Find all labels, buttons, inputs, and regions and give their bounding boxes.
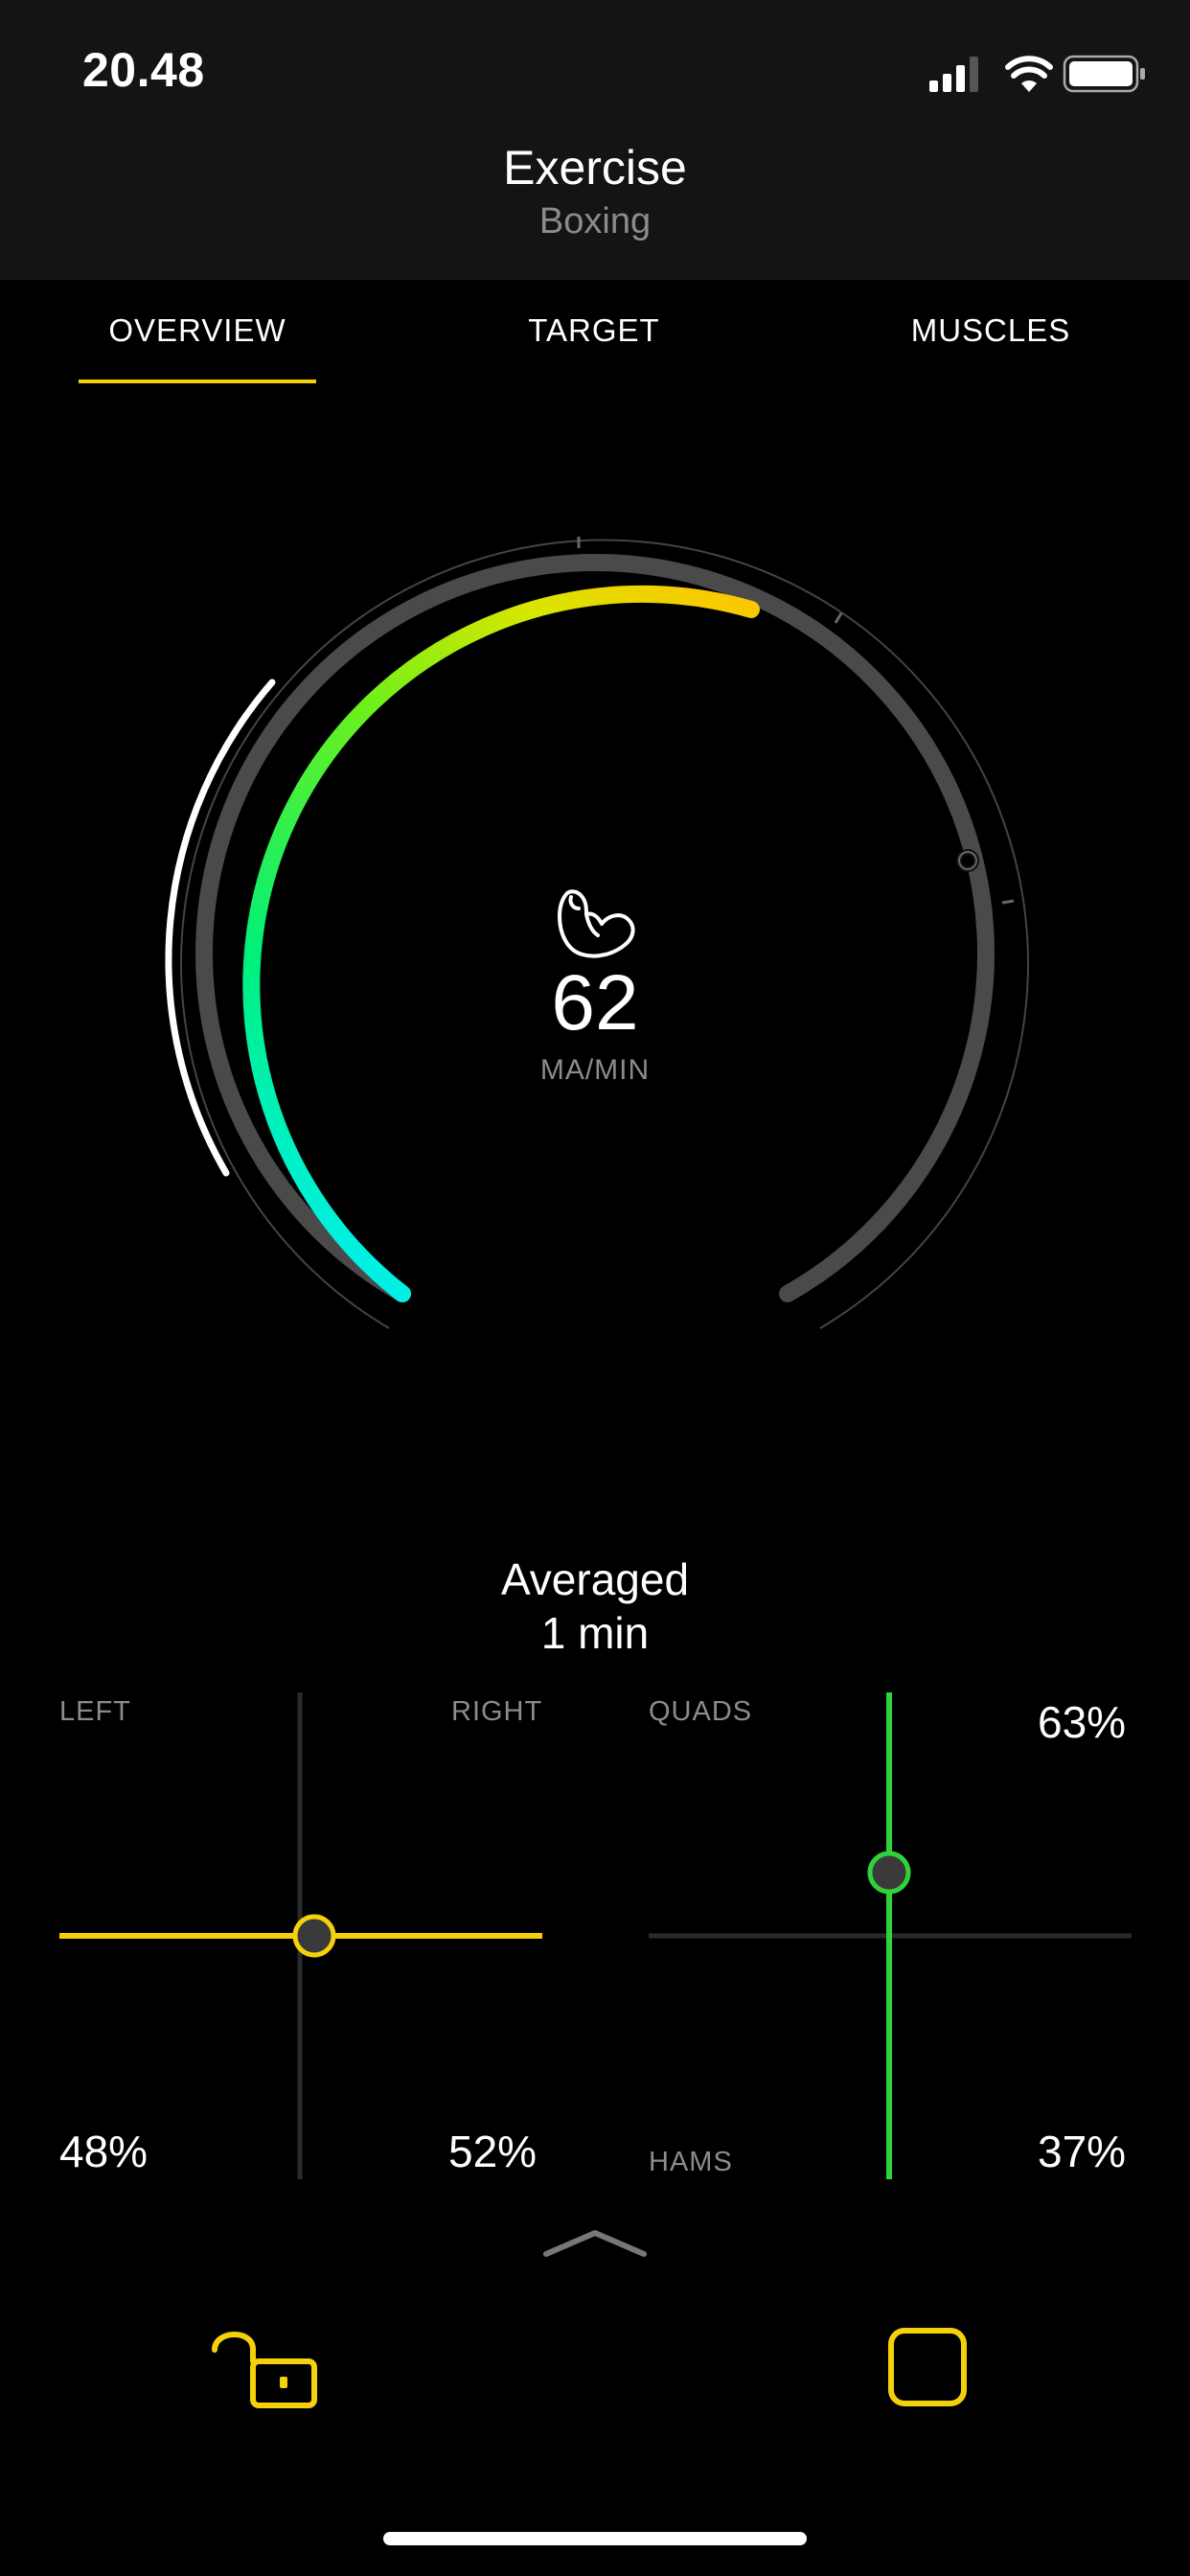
battery-icon <box>1063 55 1145 93</box>
left-right-balance-marker <box>292 1914 336 1958</box>
tab-overview[interactable]: OVERVIEW <box>54 312 341 349</box>
left-value: 48% <box>59 2127 149 2176</box>
quads-hams-balance-plot <box>649 1692 1132 2179</box>
left-right-balance-plot <box>59 1692 542 2179</box>
wifi-icon <box>1005 56 1053 92</box>
gauge-tick <box>1001 899 1015 905</box>
averaged-label: Averaged 1 min <box>0 1552 1190 1660</box>
home-indicator[interactable] <box>383 2532 807 2545</box>
active-tab-indicator <box>79 380 316 383</box>
status-icons <box>929 55 1145 93</box>
hams-label: HAMS <box>649 2147 733 2177</box>
signal-icon <box>929 57 978 92</box>
flexed-bicep-icon <box>558 889 635 958</box>
right-value: 52% <box>448 2127 538 2176</box>
hams-value: 37% <box>1038 2127 1127 2176</box>
status-time: 20.48 <box>82 43 205 97</box>
chevron-up-icon[interactable] <box>542 2225 648 2264</box>
tab-muscles[interactable]: MUSCLES <box>847 312 1134 349</box>
gauge-value-arc <box>242 585 760 1302</box>
gauge-tick <box>834 612 843 624</box>
tab-bar: OVERVIEW TARGET MUSCLES <box>0 280 1190 395</box>
page-subtitle: Boxing <box>538 201 652 242</box>
unlocked-padlock-icon[interactable] <box>207 2323 322 2419</box>
stop-square-icon[interactable] <box>885 2325 972 2411</box>
gauge-value: 62 <box>551 959 639 1046</box>
top-bar: 20.48 Exercise Boxing <box>0 0 1190 280</box>
averaged-line2: 1 min <box>540 1608 650 1658</box>
quads-hams-balance-marker <box>867 1851 911 1895</box>
page-title: Exercise <box>503 141 687 195</box>
tab-target[interactable]: TARGET <box>450 312 738 349</box>
gauge-unit: MA/MIN <box>539 1054 651 1086</box>
averaged-line1: Averaged <box>500 1554 690 1604</box>
